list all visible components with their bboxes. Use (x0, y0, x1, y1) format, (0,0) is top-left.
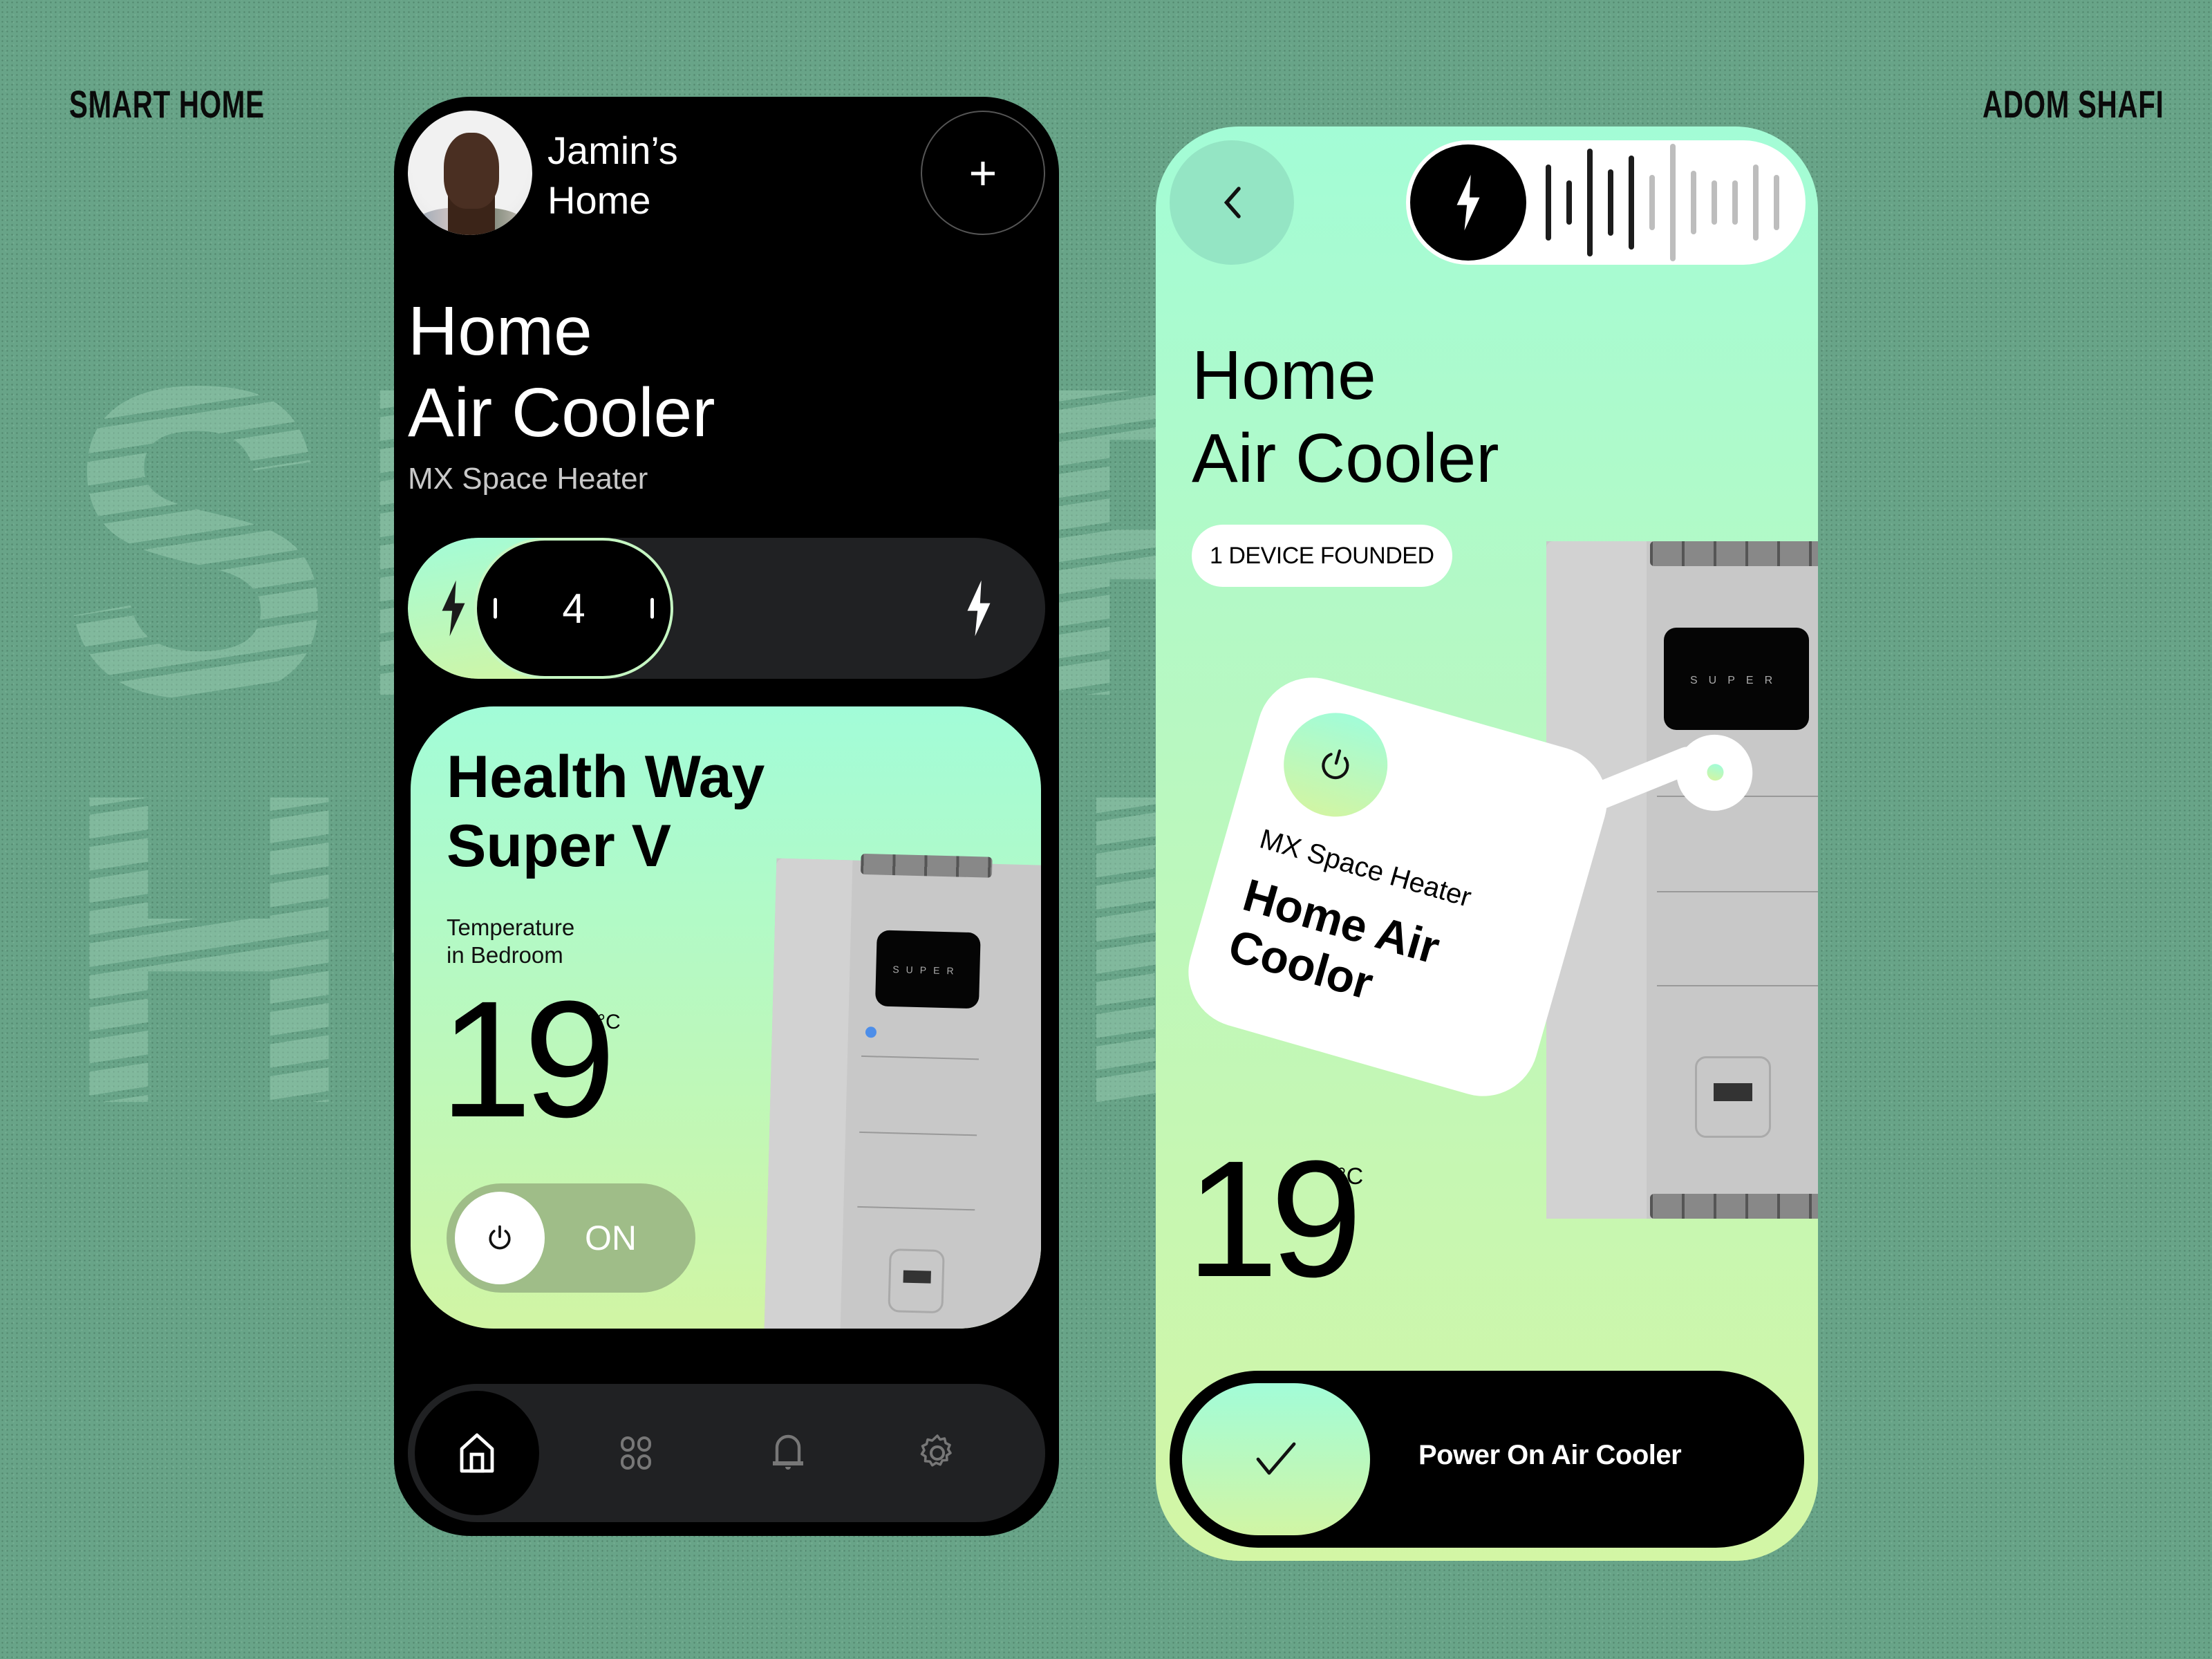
heater-display-text: SUPER (1690, 675, 1784, 686)
grid-icon (621, 1436, 651, 1470)
temperature-unit: °C (597, 1011, 621, 1033)
heater-panel-line (859, 1131, 977, 1136)
air-cooler-image: SUPER (763, 853, 1041, 1329)
waveform-bar (1753, 165, 1759, 241)
power-on-label: Power On Air Cooler (1418, 1440, 1682, 1470)
power-toggle-knob[interactable] (455, 1192, 545, 1284)
page-title: Home Air Cooler (1192, 334, 1499, 500)
temperature-unit: °C (1337, 1163, 1364, 1190)
chevron-left-icon (1224, 187, 1241, 218)
knob-tick-right (650, 598, 654, 619)
heater-panel-line (857, 1206, 975, 1211)
avatar-face (444, 133, 499, 209)
slider-knob[interactable]: 4 (474, 538, 673, 679)
nav-home[interactable] (415, 1391, 539, 1515)
air-cooler-image: SUPER (1546, 541, 1818, 1219)
temperature-label-line2: in Bedroom (447, 942, 563, 968)
heater-display: SUPER (874, 930, 981, 1009)
waveform-bar (1566, 180, 1572, 225)
power-level-slider[interactable]: 4 (408, 538, 1045, 679)
waveform-bar (1649, 175, 1655, 230)
bolt-icon (1456, 174, 1480, 231)
power-on-slider[interactable]: Power On Air Cooler (1170, 1371, 1804, 1548)
device-found-badge: 1 DEVICE FOUNDED (1192, 525, 1452, 587)
heater-panel-line (861, 1055, 980, 1060)
phone-screen-device-detail: Home Air Cooler 1 DEVICE FOUNDED SUPER M… (1156, 126, 1818, 1561)
power-icon (489, 1225, 511, 1250)
add-device-button[interactable]: + (921, 111, 1045, 235)
waveform-bar (1546, 165, 1551, 241)
power-toggle[interactable]: ON (447, 1183, 695, 1293)
heater-display-text: SUPER (892, 964, 961, 977)
nav-notifications[interactable] (726, 1391, 850, 1515)
heater-panel-line (1657, 985, 1818, 986)
device-name-line1: Health Way (447, 744, 765, 810)
back-button[interactable] (1170, 140, 1294, 265)
device-card[interactable]: Health Way Super V Temperature in Bedroo… (411, 706, 1041, 1329)
heater-vent-top (1650, 541, 1818, 566)
power-level-value: 4 (562, 585, 585, 632)
knob-tick-left (494, 598, 497, 619)
voice-control[interactable] (1406, 140, 1806, 265)
temperature-value: 19 (1186, 1126, 1362, 1311)
power-slider-thumb[interactable] (1182, 1383, 1370, 1535)
voice-bolt-button[interactable] (1410, 144, 1526, 261)
heater-port (1695, 1056, 1771, 1138)
heater-panel-line (1657, 891, 1818, 892)
heater-side (763, 858, 853, 1329)
home-name: Jamin’s Home (547, 126, 678, 225)
waveform-bar (1691, 171, 1696, 234)
power-state-label: ON (585, 1219, 637, 1257)
heater-led (865, 1027, 877, 1038)
temperature-label-line1: Temperature (447, 915, 575, 940)
nav-devices[interactable] (574, 1391, 698, 1515)
brand-label: SMART HOME (69, 82, 265, 126)
page-title-line2: Air Cooler (1192, 420, 1499, 497)
home-name-line2: Home (547, 178, 651, 222)
plus-icon: + (968, 146, 997, 200)
bell-icon (773, 1434, 803, 1470)
heater-vent (860, 853, 993, 878)
temperature-label: Temperature in Bedroom (447, 914, 574, 969)
waveform-bar (1712, 180, 1717, 225)
page-title-line1: Home (408, 292, 592, 370)
device-name: Health Way Super V (447, 742, 765, 881)
nav-settings[interactable] (875, 1391, 1000, 1515)
heater-vent-bottom (1650, 1194, 1818, 1219)
power-icon (1322, 749, 1349, 780)
phone-screen-home: Jamin’s Home + Home Air Cooler MX Space … (394, 97, 1059, 1536)
bottom-navigation (408, 1384, 1045, 1522)
device-subtitle: MX Space Heater (408, 462, 648, 496)
home-icon (460, 1433, 494, 1473)
waveform-bar (1629, 156, 1634, 250)
waveform-bar (1670, 144, 1676, 261)
heater-display: SUPER (1664, 628, 1809, 730)
device-name-line2: Super V (447, 813, 671, 879)
waveform-bar (1732, 180, 1738, 225)
heater-port (888, 1248, 945, 1314)
waveform-bar (1587, 149, 1593, 256)
author-label: ADOM SHAFI (1983, 82, 2164, 126)
temperature-value: 19 (440, 966, 616, 1152)
gear-icon (920, 1434, 952, 1467)
avatar[interactable] (408, 111, 532, 235)
page-title-line2: Air Cooler (408, 374, 715, 451)
waveform-bar (1774, 175, 1779, 230)
check-icon (1256, 1442, 1296, 1475)
home-name-line1: Jamin’s (547, 129, 678, 172)
page-title: Home Air Cooler (408, 290, 715, 453)
bolt-icon (442, 580, 465, 637)
waveform-bar (1608, 169, 1613, 236)
page-title-line1: Home (1192, 337, 1376, 414)
bolt-icon (967, 580, 991, 637)
